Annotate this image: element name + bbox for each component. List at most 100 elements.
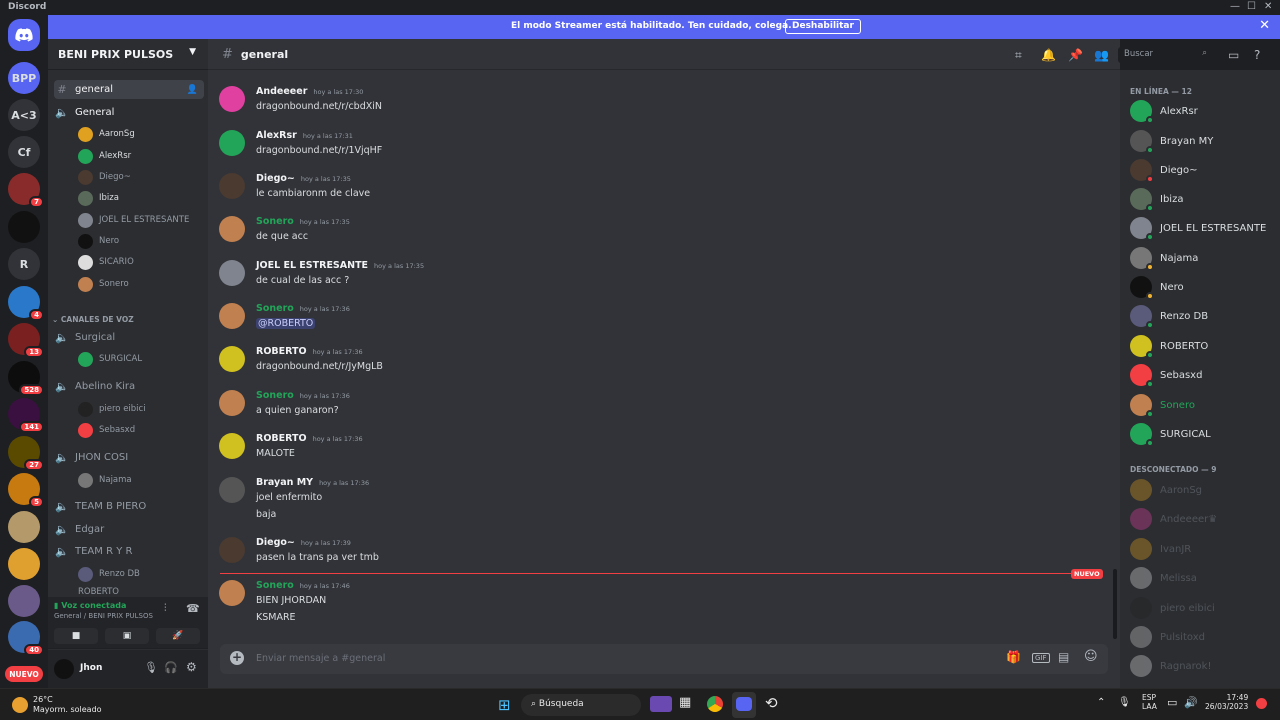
minimize-icon[interactable]: — bbox=[1230, 1, 1240, 12]
voice-channel-edgar[interactable]: 🔈 Edgar bbox=[54, 520, 204, 539]
member[interactable]: Najama bbox=[1130, 247, 1198, 271]
voice-channel-surgical[interactable]: 🔈 Surgical bbox=[54, 328, 204, 347]
category-voice[interactable]: ⌄ CANALES DE VOZ bbox=[52, 315, 134, 324]
file-explorer-icon[interactable]: ▦ bbox=[679, 695, 691, 710]
voice-user[interactable]: Renzo DB bbox=[78, 565, 140, 583]
message-input[interactable]: Enviar mensaje a #general bbox=[256, 653, 385, 664]
close-icon[interactable]: ✕ bbox=[1259, 18, 1270, 33]
voice-user[interactable]: AlexRsr bbox=[78, 147, 131, 165]
weather-icon[interactable] bbox=[12, 697, 28, 713]
voice-channel-team-piero[interactable]: 🔈 TEAM B PIERO bbox=[54, 497, 204, 516]
guild-icon[interactable] bbox=[8, 548, 40, 580]
guild-icon[interactable]: R bbox=[8, 248, 40, 280]
member[interactable]: SURGICAL bbox=[1130, 423, 1211, 447]
voice-user[interactable]: Najama bbox=[78, 471, 132, 489]
new-unreads-pill[interactable]: NUEVO bbox=[5, 666, 43, 682]
search-input[interactable]: Buscar ⌕ bbox=[1118, 47, 1212, 63]
sticker-icon[interactable]: ▤ bbox=[1058, 650, 1069, 664]
guild-icon[interactable]: 5 bbox=[8, 473, 44, 508]
app-icon[interactable] bbox=[650, 696, 672, 712]
screen-share-button[interactable]: ▣ bbox=[105, 628, 149, 644]
app-icon[interactable]: ⟲ bbox=[765, 694, 778, 712]
voice-user[interactable]: JOEL EL ESTRESANTE bbox=[78, 211, 189, 229]
voice-user[interactable]: SICARIO bbox=[78, 253, 134, 271]
disconnect-icon[interactable]: ☎ bbox=[186, 602, 200, 615]
invite-icon[interactable]: 👤 bbox=[187, 85, 198, 95]
guild-icon[interactable]: 7 bbox=[8, 173, 44, 208]
close-window-icon[interactable]: ✕ bbox=[1264, 1, 1272, 12]
threads-icon[interactable]: ⌗ bbox=[1015, 48, 1022, 63]
voice-user[interactable]: Diego~🎙 bbox=[78, 168, 243, 186]
member[interactable]: Sonero bbox=[1130, 394, 1195, 418]
guild-icon[interactable]: 40 bbox=[8, 621, 44, 656]
guild-icon[interactable]: 528 bbox=[8, 361, 44, 396]
member[interactable]: piero eibici bbox=[1130, 597, 1215, 619]
clock[interactable]: 17:49 26/03/2023 bbox=[1205, 693, 1248, 711]
guild-icon[interactable]: 141 bbox=[8, 398, 44, 433]
voice-user[interactable]: Sebasxd🎙 bbox=[78, 421, 243, 439]
member[interactable]: Ibiza bbox=[1130, 188, 1183, 212]
notification-icon[interactable] bbox=[1256, 698, 1267, 709]
gift-icon[interactable]: 🎁 bbox=[1006, 650, 1021, 664]
guild-icon[interactable]: 13 bbox=[8, 323, 44, 358]
guild-icon[interactable]: Cf bbox=[8, 136, 40, 168]
discord-taskbar-icon[interactable] bbox=[732, 692, 756, 718]
avatar[interactable] bbox=[54, 659, 74, 679]
member[interactable]: Andeeeer ♛ bbox=[1130, 508, 1217, 530]
member[interactable]: Nero bbox=[1130, 276, 1184, 300]
voice-channel-team-ryr[interactable]: 🔈 TEAM R Y R bbox=[54, 542, 204, 561]
noise-suppression-icon[interactable]: ⫶ bbox=[164, 603, 167, 614]
scrollbar[interactable] bbox=[1113, 569, 1117, 639]
voice-user[interactable]: SURGICAL bbox=[78, 350, 142, 368]
guild-icon[interactable]: 4 bbox=[8, 286, 44, 321]
member-list-icon[interactable]: 👥 bbox=[1094, 48, 1109, 62]
pin-icon[interactable]: 📌 bbox=[1068, 48, 1083, 62]
maximize-icon[interactable]: ☐ bbox=[1247, 1, 1256, 12]
discord-home-icon[interactable] bbox=[8, 19, 40, 51]
activity-button[interactable]: 🚀 bbox=[156, 628, 200, 644]
member[interactable]: IvanJR bbox=[1130, 538, 1191, 560]
bell-icon[interactable]: 🔔 bbox=[1041, 48, 1056, 62]
start-icon[interactable]: ⊞ bbox=[498, 696, 511, 714]
member[interactable]: Melissa bbox=[1130, 567, 1197, 589]
chrome-icon[interactable] bbox=[707, 696, 723, 712]
member[interactable]: Renzo DB bbox=[1130, 305, 1208, 329]
voice-user[interactable]: Nero bbox=[78, 232, 119, 250]
camera-button[interactable]: ■ bbox=[54, 628, 98, 644]
gear-icon[interactable]: ⚙ bbox=[186, 660, 197, 674]
language-indicator[interactable]: ESP LAA bbox=[1142, 693, 1157, 711]
guild-icon[interactable]: BPP bbox=[8, 62, 40, 94]
disable-streamer-button[interactable]: Deshabilitar bbox=[785, 19, 861, 34]
headphones-icon[interactable]: 🎧 bbox=[164, 661, 178, 674]
microphone-icon[interactable]: 🎙 bbox=[144, 661, 158, 674]
help-icon[interactable]: ? bbox=[1254, 48, 1260, 62]
server-header[interactable]: BENI PRIX PULSOS ▼ bbox=[48, 39, 208, 70]
voice-user[interactable]: Ibiza bbox=[78, 189, 119, 207]
voice-user[interactable]: Sonero bbox=[78, 275, 129, 293]
guild-icon[interactable]: 27 bbox=[8, 436, 44, 471]
emoji-icon[interactable]: ☺ bbox=[1084, 649, 1098, 664]
taskbar-search[interactable]: ⌕ Búsqueda bbox=[521, 694, 641, 716]
member[interactable]: Ragnarok! bbox=[1130, 655, 1211, 677]
member[interactable]: Brayan MY bbox=[1130, 130, 1213, 154]
member[interactable]: AlexRsr bbox=[1130, 100, 1198, 124]
plus-icon[interactable]: + bbox=[230, 651, 244, 665]
member[interactable]: JOEL EL ESTRESANTE bbox=[1130, 217, 1266, 241]
microphone-icon[interactable]: 🎙 bbox=[1118, 697, 1131, 708]
guild-icon[interactable] bbox=[8, 585, 40, 617]
chevron-up-icon[interactable]: ⌃ bbox=[1097, 697, 1105, 708]
member[interactable]: AaronSg bbox=[1130, 479, 1202, 501]
network-icon[interactable]: ▭ bbox=[1167, 696, 1177, 709]
member[interactable]: ROBERTO bbox=[1130, 335, 1208, 359]
user-mention[interactable]: @ROBERTO bbox=[256, 318, 316, 329]
channel-general[interactable]: # general 👤 bbox=[54, 80, 204, 99]
member[interactable]: Pulsitoxd bbox=[1130, 626, 1205, 648]
voice-user[interactable]: AaronSg bbox=[78, 125, 135, 143]
member[interactable]: Diego~ bbox=[1130, 159, 1197, 183]
voice-channel-jhon[interactable]: 🔈 JHON COSI bbox=[54, 448, 204, 467]
inbox-icon[interactable]: ▭ bbox=[1228, 48, 1239, 62]
voice-user[interactable]: piero eibici bbox=[78, 400, 146, 418]
guild-icon[interactable] bbox=[8, 211, 40, 243]
gif-icon[interactable]: GIF bbox=[1032, 653, 1050, 663]
voice-user[interactable]: ROBERTO bbox=[78, 587, 119, 597]
